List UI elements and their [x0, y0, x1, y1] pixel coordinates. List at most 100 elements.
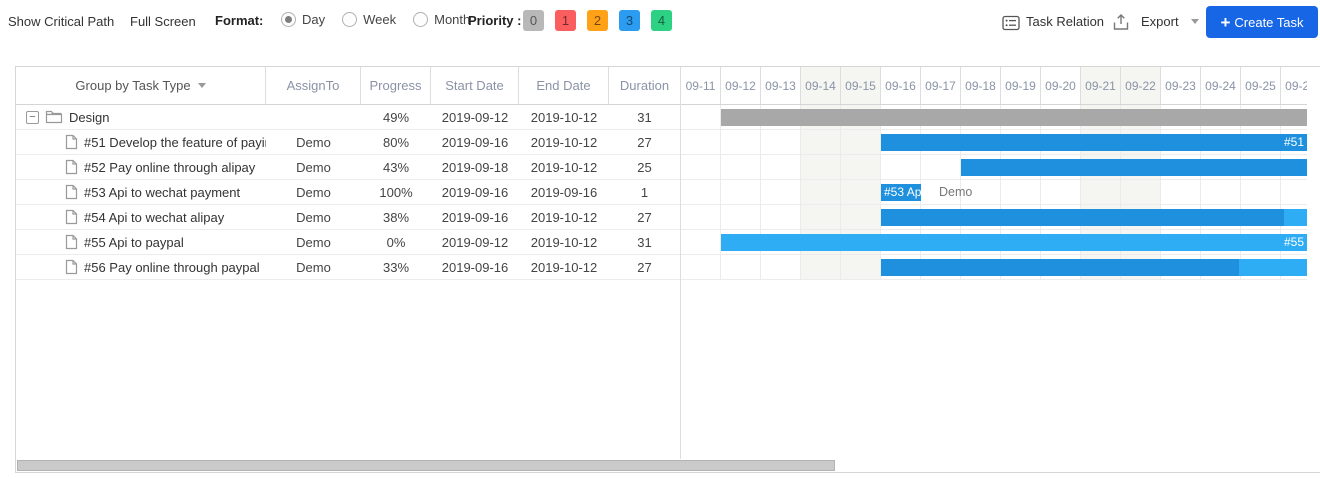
task-name: #52 Pay online through alipay	[84, 160, 255, 175]
priority-badge-2[interactable]: 2	[587, 10, 608, 31]
grid-cell	[721, 155, 761, 179]
gantt-grid	[681, 180, 1320, 204]
grid-cell	[681, 105, 721, 129]
create-task-button[interactable]: + Create Task	[1206, 6, 1318, 38]
gantt-bar-56[interactable]	[881, 259, 1307, 276]
bar-assignee-53: Demo	[939, 184, 972, 201]
end-date-cell: 2019-10-12	[519, 205, 609, 229]
start-date-cell: 2019-09-12	[431, 230, 519, 254]
grid-cell	[841, 180, 881, 204]
radio-icon[interactable]	[281, 12, 296, 27]
grid-cell	[801, 205, 841, 229]
start-date-cell: 2019-09-18	[431, 155, 519, 179]
collapse-icon[interactable]: −	[26, 111, 39, 124]
table-row-design[interactable]: − Design 49% 2019-09-12 2019-10-12 31	[16, 105, 680, 130]
gantt-row-51: #51	[681, 130, 1320, 155]
priority-badge-group: 01234	[523, 10, 672, 31]
progress-cell: 100%	[361, 180, 431, 204]
panel-divider	[680, 67, 681, 459]
column-header-duration: Duration	[609, 67, 680, 104]
gantt-bar-design[interactable]	[721, 109, 1307, 126]
gantt-bar-53[interactable]: #53 Ap	[881, 184, 921, 201]
task-relation-button[interactable]: Task Relation	[1026, 14, 1104, 29]
group-by-dropdown[interactable]: Group by Task Type	[16, 67, 266, 104]
timeline-date-09-18: 09-18	[961, 67, 1001, 104]
task-name-cell: #54 Api to wechat alipay	[16, 205, 266, 229]
file-icon	[65, 234, 78, 250]
format-option-day[interactable]: Day	[281, 12, 325, 27]
timeline-date-09-23: 09-23	[1161, 67, 1201, 104]
progress-cell: 43%	[361, 155, 431, 179]
grid-cell	[1201, 180, 1241, 204]
horizontal-scrollbar-thumb[interactable]	[17, 460, 835, 471]
task-name-cell: #56 Pay online through paypal	[16, 255, 266, 279]
create-task-label: Create Task	[1234, 15, 1303, 30]
gantt-panel: Group by Task Type AssignTo Progress Sta…	[15, 66, 1320, 473]
format-option-label: Month	[434, 12, 470, 27]
assignee-cell: Demo	[266, 205, 361, 229]
format-radio-group: Day Week Month	[281, 12, 470, 27]
chevron-down-icon[interactable]	[1191, 19, 1199, 24]
export-button[interactable]: Export	[1141, 14, 1179, 29]
grid-cell	[1241, 180, 1281, 204]
end-date-cell: 2019-10-12	[519, 155, 609, 179]
end-date-cell: 2019-09-16	[519, 180, 609, 204]
grid-cell	[721, 205, 761, 229]
column-header-progress: Progress	[361, 67, 431, 104]
file-icon	[65, 184, 78, 200]
gantt-bar-54[interactable]	[881, 209, 1307, 226]
table-row-51[interactable]: #51 Develop the feature of payin Demo 80…	[16, 130, 680, 155]
table-row-53[interactable]: #53 Api to wechat payment Demo 100% 2019…	[16, 180, 680, 205]
priority-badge-1[interactable]: 1	[555, 10, 576, 31]
format-option-week[interactable]: Week	[342, 12, 396, 27]
format-option-month[interactable]: Month	[413, 12, 470, 27]
start-date-cell: 2019-09-16	[431, 255, 519, 279]
grid-cell	[681, 180, 721, 204]
end-date-cell: 2019-10-12	[519, 255, 609, 279]
duration-cell: 25	[609, 155, 680, 179]
gantt-bar-51[interactable]: #51	[881, 134, 1307, 151]
show-critical-path-button[interactable]: Show Critical Path	[8, 14, 114, 29]
timeline-date-09-25: 09-25	[1241, 67, 1281, 104]
gantt-row-54	[681, 205, 1320, 230]
gantt-bar-55[interactable]: #55	[721, 234, 1307, 251]
vertical-scrollbar-track[interactable]	[1307, 67, 1320, 459]
column-header-assignto: AssignTo	[266, 67, 361, 104]
priority-badge-0[interactable]: 0	[523, 10, 544, 31]
grid-cell	[681, 255, 721, 279]
radio-icon[interactable]	[413, 12, 428, 27]
end-date-cell: 2019-10-12	[519, 105, 609, 129]
radio-icon[interactable]	[342, 12, 357, 27]
duration-cell: 27	[609, 255, 680, 279]
grid-cell	[761, 155, 801, 179]
assignee-cell: Demo	[266, 180, 361, 204]
grid-cell	[841, 155, 881, 179]
timeline-date-09-21: 09-21	[1081, 67, 1121, 104]
table-row-55[interactable]: #55 Api to paypal Demo 0% 2019-09-12 201…	[16, 230, 680, 255]
bar-label-51: #51	[1284, 134, 1304, 151]
file-icon	[65, 209, 78, 225]
timeline-date-09-19: 09-19	[1001, 67, 1041, 104]
priority-badge-3[interactable]: 3	[619, 10, 640, 31]
table-row-52[interactable]: #52 Pay online through alipay Demo 43% 2…	[16, 155, 680, 180]
gantt-row-55: #55	[681, 230, 1320, 255]
grid-cell	[681, 230, 721, 254]
start-date-cell: 2019-09-16	[431, 180, 519, 204]
task-name: #54 Api to wechat alipay	[84, 210, 224, 225]
gantt-row-53: #53 Ap Demo	[681, 180, 1320, 205]
task-name-cell: #51 Develop the feature of payin	[16, 130, 266, 154]
table-row-56[interactable]: #56 Pay online through paypal Demo 33% 2…	[16, 255, 680, 280]
bar-label-53: #53 Ap	[884, 184, 921, 201]
bar-label-55: #55	[1284, 234, 1304, 251]
gantt-row-52	[681, 155, 1320, 180]
gantt-bar-52[interactable]	[961, 159, 1307, 176]
grid-cell	[721, 130, 761, 154]
table-row-54[interactable]: #54 Api to wechat alipay Demo 38% 2019-0…	[16, 205, 680, 230]
priority-badge-4[interactable]: 4	[651, 10, 672, 31]
task-name-cell: #53 Api to wechat payment	[16, 180, 266, 204]
timeline-date-09-16: 09-16	[881, 67, 921, 104]
progress-cell: 80%	[361, 130, 431, 154]
full-screen-button[interactable]: Full Screen	[130, 14, 196, 29]
grid-cell	[681, 130, 721, 154]
grid-cell	[761, 205, 801, 229]
